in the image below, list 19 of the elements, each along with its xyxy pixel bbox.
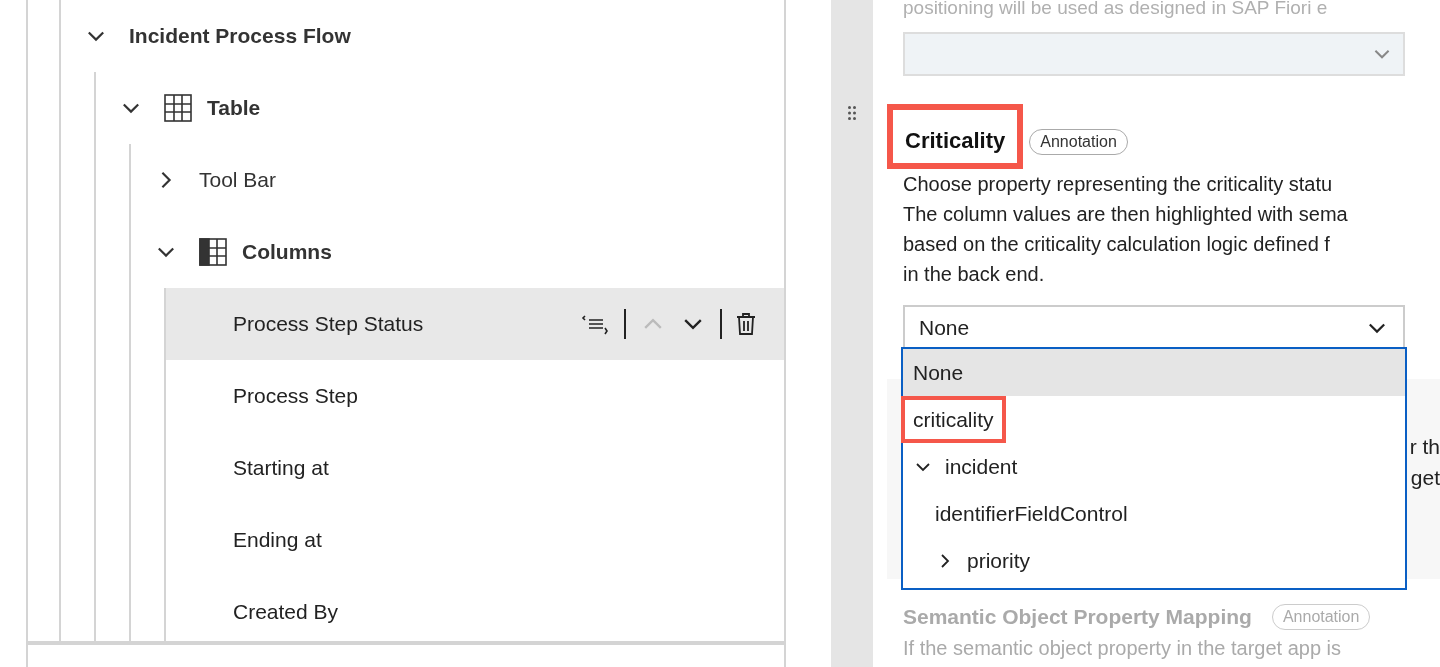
tree-node[interactable]: Tool Bar [131,144,784,216]
field-description: Choose property representing the criticality statu The column values are then highlighted with sema based on the criticality calculation logic defined f in the back end. [903,172,1349,287]
columns-icon [199,238,227,266]
dropdown-option[interactable]: None [903,349,1405,396]
table-icon [164,94,192,122]
field-label: Criticality [887,104,1024,169]
delete-icon[interactable] [736,312,756,336]
field-description: positioning will be used as designed in SAP Fiori e [903,0,1329,18]
tree-item[interactable]: Process Step Status [166,288,784,360]
tree-node[interactable]: Incident Process Flow [61,0,784,72]
tree-node[interactable]: Table [96,72,784,144]
field-description: If the semantic object property in the target app is [903,635,1343,661]
select-field[interactable] [903,32,1405,76]
drag-handle-icon[interactable] [848,106,856,120]
field-label: Semantic Object Property Mapping [903,604,1252,630]
text-fragment: get [1410,465,1440,491]
tree-node[interactable]: Columns [131,216,784,288]
text-wrap-icon[interactable] [580,313,610,335]
text-fragment: r th [1409,434,1440,460]
